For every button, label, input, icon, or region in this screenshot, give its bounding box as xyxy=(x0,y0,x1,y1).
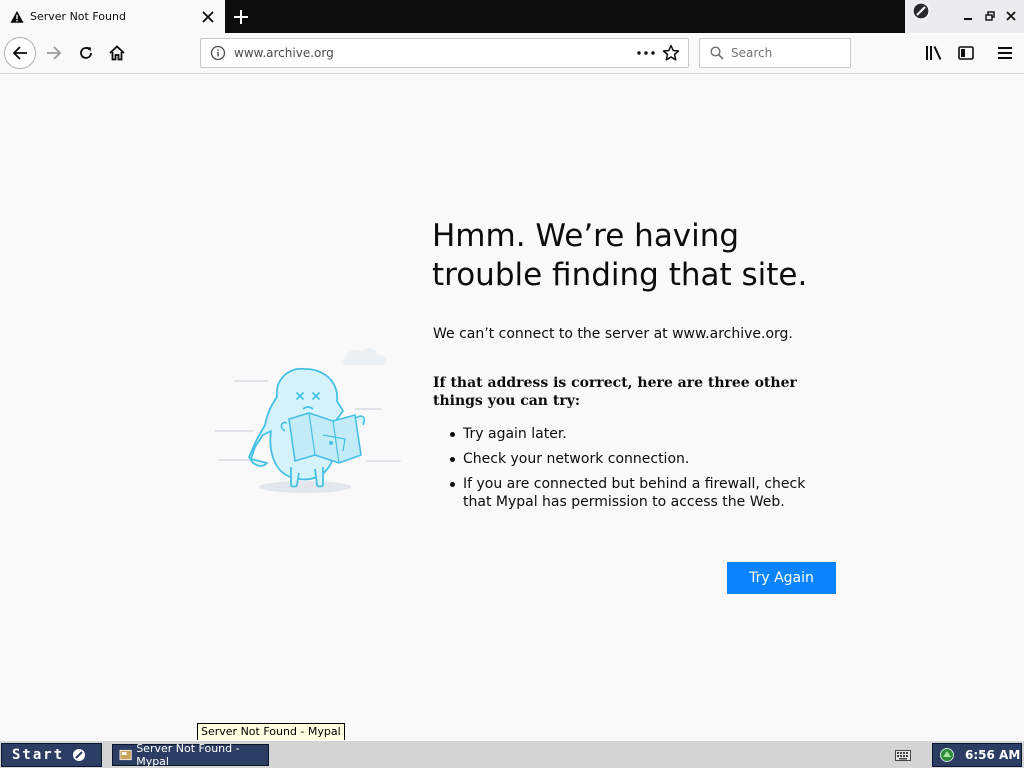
tab-server-not-found[interactable]: Server Not Found xyxy=(0,0,225,33)
new-tab-button[interactable] xyxy=(228,4,254,30)
warning-icon xyxy=(10,10,24,23)
bookmark-star-icon[interactable] xyxy=(662,44,680,62)
home-button[interactable] xyxy=(101,37,133,69)
tab-close-button[interactable] xyxy=(197,6,219,28)
reload-icon xyxy=(80,47,92,59)
suggestions-heading: If that address is correct, here are thr… xyxy=(433,375,797,409)
taskbar: Start Server Not Found - Mypal 6:56 AM xyxy=(0,740,1024,768)
start-button[interactable]: Start xyxy=(1,743,102,767)
restore-button[interactable] xyxy=(982,8,998,24)
error-title: Hmm. We’re having trouble finding that s… xyxy=(432,218,808,293)
suggestions-list: Try again later. Check your network conn… xyxy=(447,425,837,518)
error-description: We can’t connect to the server at www.ar… xyxy=(433,326,793,342)
error-page: Hmm. We’re having trouble finding that s… xyxy=(0,74,1024,740)
list-item: Check your network connection. xyxy=(447,450,837,468)
library-icon xyxy=(926,46,942,60)
info-icon[interactable] xyxy=(210,45,226,61)
close-icon xyxy=(1006,11,1016,21)
clock[interactable]: 6:56 AM xyxy=(965,748,1020,762)
start-label: Start xyxy=(12,747,65,763)
keyboard-icon[interactable] xyxy=(895,748,911,762)
tab-strip: Server Not Found xyxy=(0,0,1024,33)
sidebar-button[interactable] xyxy=(950,37,982,69)
forward-arrow-icon xyxy=(47,46,62,60)
forward-button[interactable] xyxy=(38,37,70,69)
tooltip: Server Not Found - Mypal xyxy=(197,723,345,741)
taskbar-item-mypal[interactable]: Server Not Found - Mypal xyxy=(112,742,269,768)
library-button[interactable] xyxy=(918,37,950,69)
menu-button[interactable] xyxy=(989,37,1021,69)
try-again-button[interactable]: Try Again xyxy=(727,562,836,594)
close-icon xyxy=(202,10,214,23)
back-arrow-icon xyxy=(12,46,27,60)
url-bar[interactable]: www.archive.org xyxy=(200,38,689,68)
reload-button[interactable] xyxy=(70,37,102,69)
list-item: If you are connected but behind a firewa… xyxy=(447,475,837,511)
search-icon xyxy=(710,46,724,60)
sidebar-icon xyxy=(958,46,974,60)
taskbar-item-label: Server Not Found - Mypal xyxy=(136,742,240,768)
home-icon xyxy=(109,45,125,61)
minimize-button[interactable] xyxy=(960,8,976,24)
navigation-toolbar: www.archive.org xyxy=(0,33,1024,74)
network-icon[interactable] xyxy=(939,747,955,763)
system-tray: 6:56 AM xyxy=(932,743,1022,767)
mypal-logo-icon xyxy=(912,2,930,20)
page-actions-button[interactable] xyxy=(636,45,656,61)
search-input[interactable] xyxy=(731,46,841,60)
url-text[interactable]: www.archive.org xyxy=(234,46,636,60)
search-bar[interactable] xyxy=(699,38,851,68)
close-window-button[interactable] xyxy=(1003,8,1019,24)
plus-icon xyxy=(234,10,248,24)
hamburger-menu-icon xyxy=(998,47,1012,59)
mypal-logo-icon xyxy=(73,749,86,761)
list-item: Try again later. xyxy=(447,425,837,443)
more-dots-icon xyxy=(637,51,655,55)
restore-icon xyxy=(985,11,995,21)
error-illustration xyxy=(214,347,401,493)
back-button[interactable] xyxy=(4,37,36,69)
minimize-icon xyxy=(964,18,972,20)
tab-title: Server Not Found xyxy=(30,10,126,23)
mypal-app-icon xyxy=(119,749,132,761)
